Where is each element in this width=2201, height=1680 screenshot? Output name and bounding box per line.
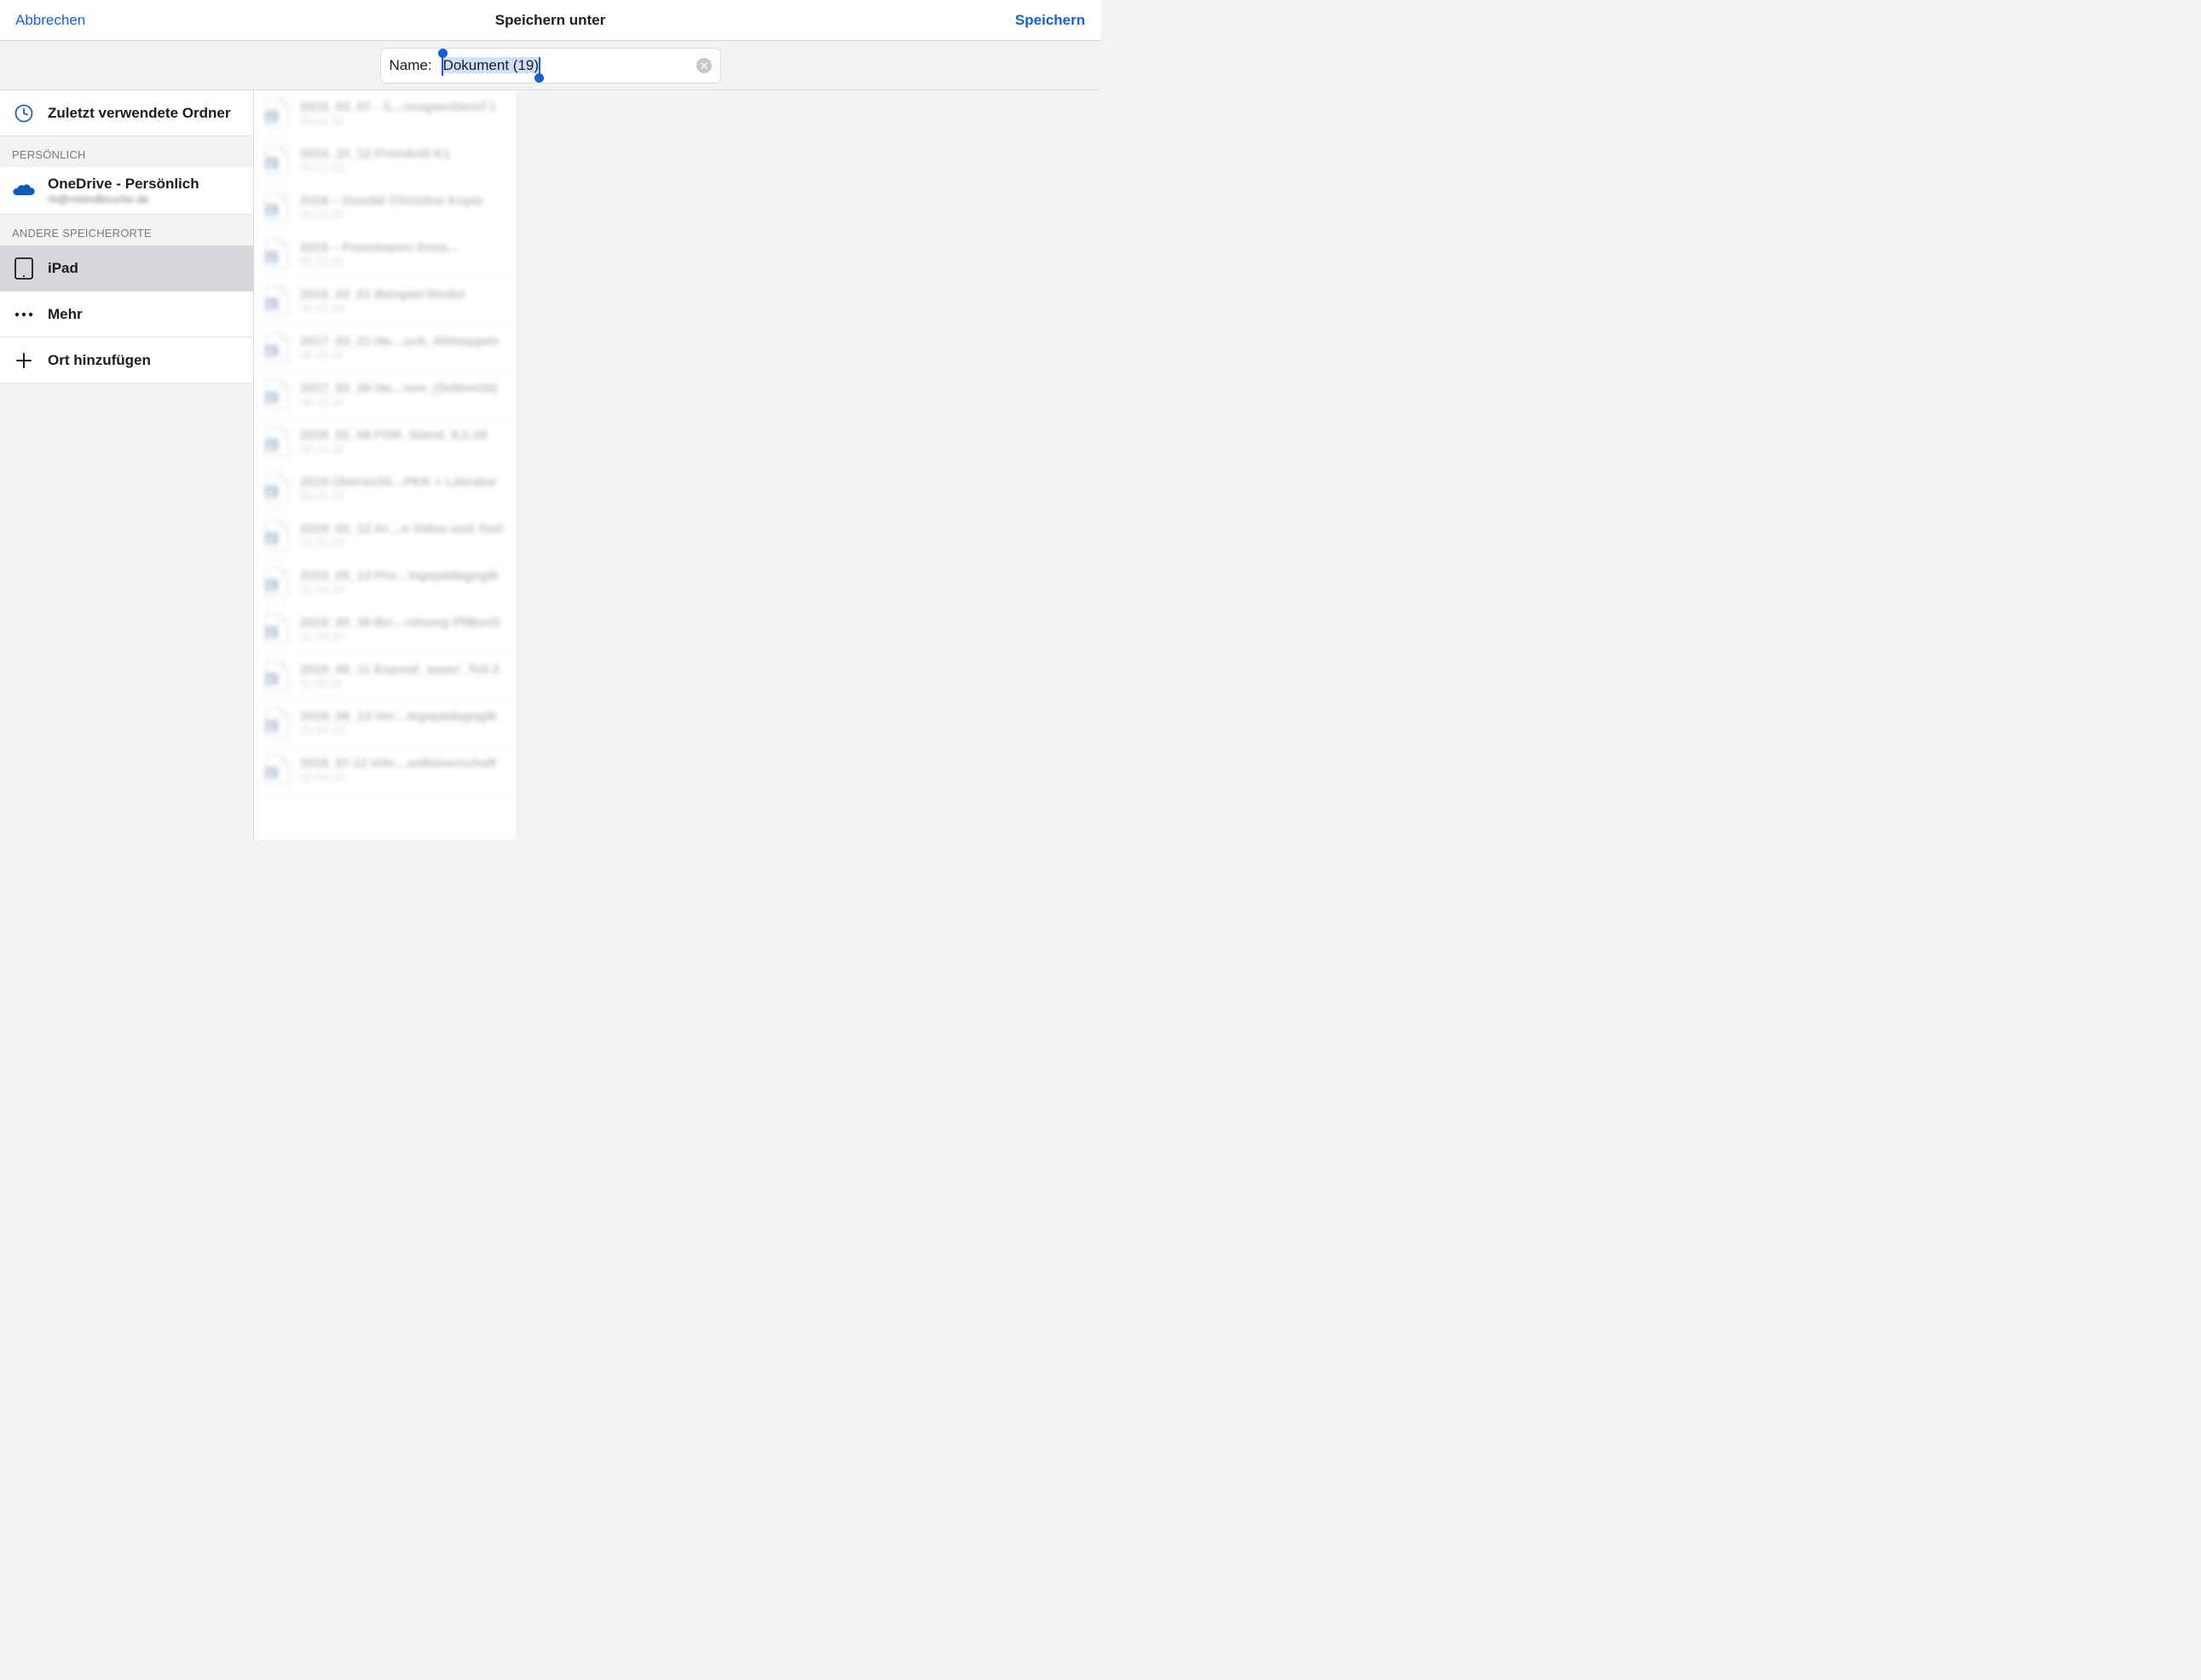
list-item[interactable]: 2015_03_07 - S…rungsentwurf 106.12.18 — [254, 90, 516, 137]
file-name: 2015_10_12 Protokoll K1 — [300, 147, 450, 161]
file-date: 08.12.18 — [300, 349, 499, 361]
file-date: 08.12.18 — [300, 395, 497, 408]
word-document-icon — [264, 707, 290, 738]
word-document-icon — [264, 754, 290, 785]
file-name: 2019 Übersicht…PKK + Literatur — [300, 475, 497, 489]
selection-caret-start-icon — [442, 57, 443, 76]
list-item[interactable]: 2018_02_08 FOR_Stand_8.2.1808.12.18 — [254, 419, 516, 465]
word-document-icon — [264, 473, 290, 504]
filename-bar: Name: Dokument (19) — [0, 41, 1100, 90]
sidebar-item-label: iPad — [48, 260, 78, 277]
file-date: 05.12.18 — [300, 302, 465, 315]
sidebar-item-add-location[interactable]: Ort hinzufügen — [0, 338, 253, 384]
list-item[interactable]: 2019_05_30 Bri…rdnung PflBerG21.04.19 — [254, 606, 516, 653]
word-document-icon — [264, 145, 290, 176]
word-document-icon — [264, 520, 290, 551]
sidebar-item-ipad[interactable]: iPad — [0, 245, 253, 292]
file-date: 21.04.19 — [300, 583, 499, 596]
file-date: 21.02.19 — [300, 536, 503, 549]
more-icon — [12, 312, 36, 317]
file-date: 06.12.18 — [300, 161, 450, 174]
ipad-icon — [12, 257, 36, 280]
file-name: 2019_06_13 Ver…legepädagogik — [300, 709, 497, 724]
file-name: 2019_05_13 Pro…legepädagogik — [300, 569, 499, 583]
file-date: 05.12.18 — [300, 208, 483, 221]
file-name: 2016 – Dusdal Christine Kopie — [300, 193, 483, 208]
list-item[interactable]: 2019 Übersicht…PKK + Literatur03.02.19 — [254, 465, 516, 512]
sidebar-section-other: ANDERE SPEICHERORTE — [0, 215, 253, 245]
word-document-icon — [264, 192, 290, 222]
save-button[interactable]: Speichern — [1015, 12, 1085, 29]
word-document-icon — [264, 614, 290, 644]
list-item[interactable]: 2017_02_26 Ha…nen_(Seltrecht)08.12.18 — [254, 372, 516, 419]
file-date: 03.02.19 — [300, 489, 497, 502]
main-layout: Zuletzt verwendete Ordner PERSÖNLICH One… — [0, 90, 1100, 840]
word-document-icon — [264, 567, 290, 598]
locations-sidebar: Zuletzt verwendete Ordner PERSÖNLICH One… — [0, 90, 254, 840]
sidebar-item-label: OneDrive - Persönlich — [48, 176, 199, 193]
dialog-header: Abbrechen Speichern unter Speichern — [0, 0, 1100, 41]
file-date: 21.04.19 — [300, 630, 500, 643]
list-item[interactable]: 2016 – Ponomarev Anna…05.12.18 — [254, 231, 516, 278]
file-name: 2016_03_01 Beispiel Modul — [300, 287, 465, 302]
onedrive-icon — [12, 183, 36, 199]
file-name: 2018_02_08 FOR_Stand_8.2.18 — [300, 428, 487, 442]
file-name: 2019_02_12 Ar…n Video und Text — [300, 522, 503, 536]
sidebar-item-recent-folders[interactable]: Zuletzt verwendete Ordner — [0, 90, 253, 136]
filename-value[interactable]: Dokument (19) — [442, 57, 540, 73]
file-date: 22.04.19 — [300, 771, 496, 783]
file-name: 2016 – Ponomarev Anna… — [300, 240, 460, 255]
file-name: 2017_02_26 Ha…nen_(Seltrecht) — [300, 381, 497, 395]
list-item[interactable]: 2019_07.12 Info…asthörerschaft22.04.19 — [254, 747, 516, 794]
selection-handle-end-icon[interactable] — [534, 73, 544, 83]
sidebar-item-label: Zuletzt verwendete Ordner — [48, 105, 230, 122]
list-item[interactable]: 2016 – Dusdal Christine Kopie05.12.18 — [254, 184, 516, 231]
file-date: 21.04.19 — [300, 724, 497, 736]
word-document-icon — [264, 286, 290, 316]
sidebar-item-onedrive[interactable]: OneDrive - Persönlich rb@rolandbruche.de — [0, 167, 253, 215]
list-item[interactable]: 2019_02_12 Ar…n Video und Text21.02.19 — [254, 512, 516, 559]
file-date: 08.12.18 — [300, 442, 487, 455]
file-date: 05.12.18 — [300, 255, 460, 268]
list-item[interactable]: 2016_03_01 Beispiel Modul05.12.18 — [254, 278, 516, 325]
word-document-icon — [264, 379, 290, 410]
list-item[interactable]: 2015_10_12 Protokoll K106.12.18 — [254, 137, 516, 184]
list-item[interactable]: 2019_05_13 Pro…legepädagogik21.04.19 — [254, 559, 516, 606]
sidebar-item-label: Mehr — [48, 306, 83, 323]
file-date: 06.12.18 — [300, 114, 496, 127]
file-name: 2019_06_11 Exposé_sauer_Teil 2 — [300, 662, 500, 677]
list-item[interactable]: 2019_06_11 Exposé_sauer_Teil 211.06.19 — [254, 653, 516, 700]
plus-icon — [12, 352, 36, 369]
list-item[interactable]: 2019_06_13 Ver…legepädagogik21.04.19 — [254, 700, 516, 747]
word-document-icon — [264, 98, 290, 129]
dialog-title: Speichern unter — [0, 12, 1100, 29]
sidebar-section-personal: PERSÖNLICH — [0, 136, 253, 167]
file-name: 2019_07.12 Info…asthörerschaft — [300, 756, 496, 771]
word-document-icon — [264, 239, 290, 269]
x-icon — [701, 62, 708, 69]
word-document-icon — [264, 661, 290, 691]
file-name: 2015_03_07 - S…rungsentwurf 1 — [300, 100, 496, 114]
cancel-button[interactable]: Abbrechen — [15, 12, 85, 29]
file-list[interactable]: 2015_03_07 - S…rungsentwurf 106.12.18201… — [254, 90, 516, 840]
list-item[interactable]: 2017_02_21 Ha…uck_Altmappen08.12.18 — [254, 325, 516, 372]
file-name: 2019_05_30 Bri…rdnung PflBerG — [300, 615, 500, 630]
sidebar-item-more[interactable]: Mehr — [0, 292, 253, 338]
clock-icon — [12, 103, 36, 124]
file-date: 11.06.19 — [300, 677, 500, 690]
sidebar-item-sublabel: rb@rolandbruche.de — [48, 193, 199, 205]
clear-input-button[interactable] — [696, 58, 712, 73]
filename-label: Name: — [390, 57, 432, 74]
filename-field[interactable]: Name: Dokument (19) — [380, 48, 721, 84]
word-document-icon — [264, 426, 290, 457]
file-name: 2017_02_21 Ha…uck_Altmappen — [300, 334, 499, 349]
word-document-icon — [264, 332, 290, 363]
sidebar-item-label: Ort hinzufügen — [48, 352, 151, 369]
